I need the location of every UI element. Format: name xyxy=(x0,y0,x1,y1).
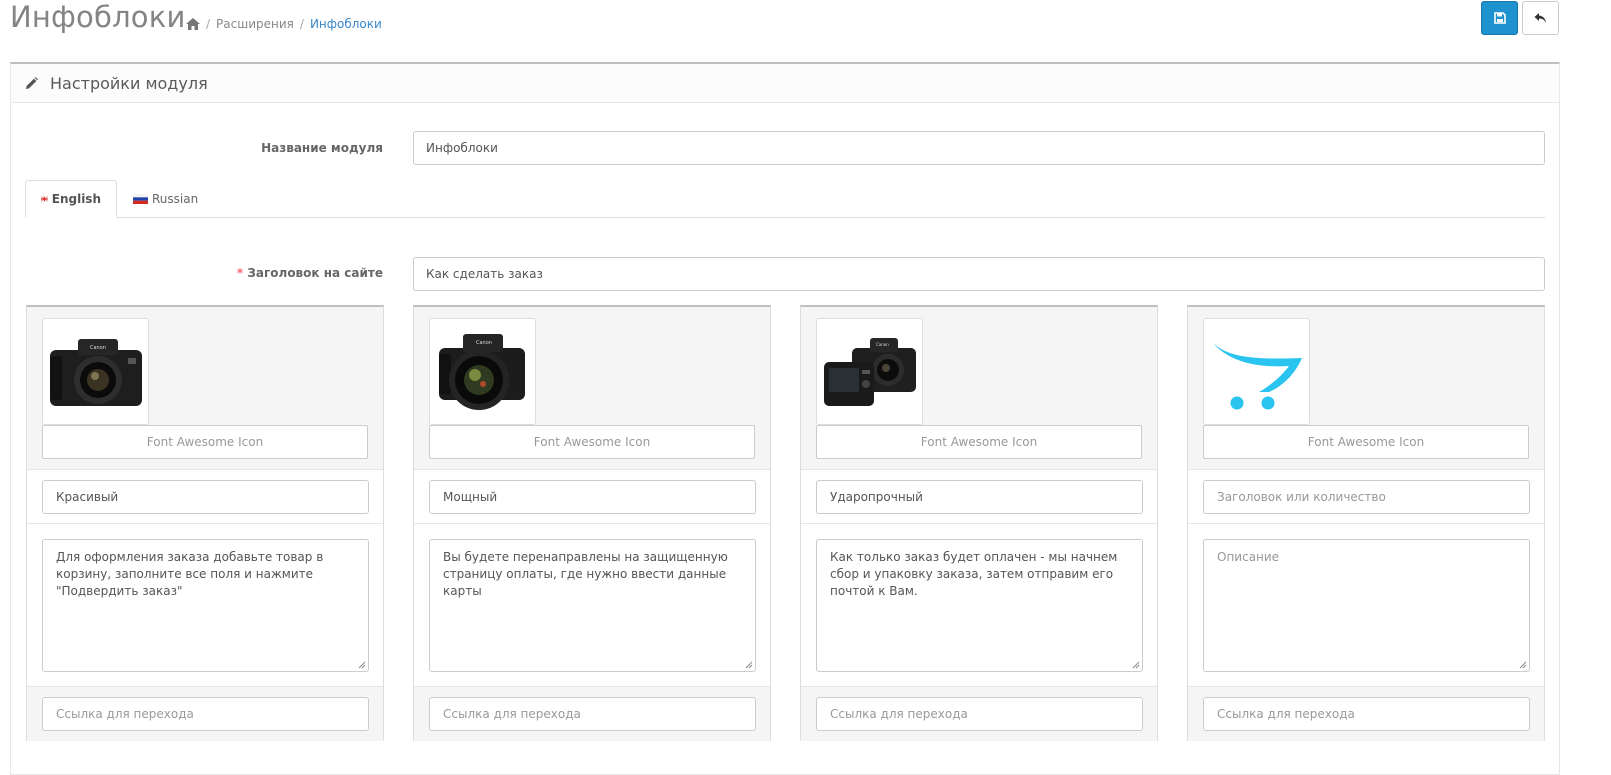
card-title-input[interactable]: Ударопрочный xyxy=(816,480,1143,514)
font-awesome-icon-button[interactable]: Font Awesome Icon xyxy=(1203,425,1529,459)
site-title-label-text: Заголовок на сайте xyxy=(247,266,383,280)
card-image[interactable] xyxy=(1203,318,1310,425)
svg-text:Canon: Canon xyxy=(90,345,106,351)
breadcrumb-item-extensions[interactable]: Расширения xyxy=(216,17,294,31)
save-button[interactable] xyxy=(1481,1,1518,35)
card-image-section: Font Awesome Icon xyxy=(1188,307,1544,470)
card-description-textarea[interactable]: Описание xyxy=(1203,539,1530,672)
camera-icon: Canon xyxy=(49,338,142,406)
card-link-input[interactable]: Ссылка для перехода xyxy=(42,697,369,731)
card-image-section: Canon Font Awesome Icon xyxy=(27,307,383,470)
module-name-label: Название модуля xyxy=(261,141,383,155)
card-description-text: Как только заказ будет оплачен - мы начн… xyxy=(830,550,1118,598)
russia-flag-icon xyxy=(133,194,148,204)
font-awesome-icon-button[interactable]: Font Awesome Icon xyxy=(429,425,755,459)
home-icon[interactable] xyxy=(186,18,200,30)
card-link-section: Ссылка для перехода xyxy=(27,687,383,741)
resize-handle-icon[interactable] xyxy=(358,661,366,669)
svg-text:Canon: Canon xyxy=(476,340,492,346)
card-description-textarea[interactable]: Как только заказ будет оплачен - мы начн… xyxy=(816,539,1143,672)
save-icon xyxy=(1493,12,1506,24)
font-awesome-icon-button[interactable]: Font Awesome Icon xyxy=(816,425,1142,459)
card-title-input[interactable]: Красивый xyxy=(42,480,369,514)
pencil-icon xyxy=(26,76,38,89)
card-title-section: Красивый xyxy=(27,470,383,524)
card-link-section: Ссылка для перехода xyxy=(1188,687,1544,741)
svg-text:Canon: Canon xyxy=(876,342,889,347)
card-description-placeholder: Описание xyxy=(1217,550,1280,564)
card-description-textarea[interactable]: Вы будете перенаправлены на защищенную с… xyxy=(429,539,756,672)
infoblock-card-4: Font Awesome Icon Заголовок или количест… xyxy=(1187,305,1545,741)
site-title-input[interactable]: Как сделать заказ xyxy=(413,257,1545,291)
card-description-section: Как только заказ будет оплачен - мы начн… xyxy=(801,524,1157,687)
card-description-text: Для оформления заказа добавьте товар в к… xyxy=(56,550,324,598)
resize-handle-icon[interactable] xyxy=(1519,661,1527,669)
resize-handle-icon[interactable] xyxy=(745,661,753,669)
card-image-section: Canon Font Awesome Icon xyxy=(801,307,1157,470)
breadcrumb-separator: / xyxy=(206,17,211,31)
card-title-section: Заголовок или количество xyxy=(1188,470,1544,524)
card-image-section: Canon Font Awesome Icon xyxy=(414,307,770,470)
card-image[interactable]: Canon xyxy=(42,318,149,425)
card-description-section: Вы будете перенаправлены на защищенную с… xyxy=(414,524,770,687)
card-description-section: Описание xyxy=(1188,524,1544,687)
tab-russian[interactable]: Russian xyxy=(118,180,213,218)
uk-flag-icon xyxy=(41,196,48,202)
page-title: Инфоблоки xyxy=(10,0,186,34)
card-image[interactable]: Canon xyxy=(816,318,923,425)
infoblock-card-1: Canon Font Awesome Icon Красивый Для офо… xyxy=(26,305,384,741)
back-button[interactable] xyxy=(1522,1,1559,35)
card-description-section: Для оформления заказа добавьте товар в к… xyxy=(27,524,383,687)
infoblock-card-2: Canon Font Awesome Icon Мощный Вы будете… xyxy=(413,305,771,741)
tab-english-label: English xyxy=(51,192,101,206)
panel-heading: Настройки модуля xyxy=(11,64,1559,103)
tab-russian-label: Russian xyxy=(152,192,199,206)
tab-english[interactable]: English xyxy=(25,180,117,218)
card-link-input[interactable]: Ссылка для перехода xyxy=(816,697,1143,731)
infoblock-card-3: Canon Font Awesome Icon Ударопрочный Как… xyxy=(800,305,1158,741)
card-title-section: Мощный xyxy=(414,470,770,524)
breadcrumb-item-infoblocks[interactable]: Инфоблоки xyxy=(310,17,382,31)
resize-handle-icon[interactable] xyxy=(1132,661,1140,669)
card-title-input[interactable]: Заголовок или количество xyxy=(1203,480,1530,514)
card-title-section: Ударопрочный xyxy=(801,470,1157,524)
cart-logo xyxy=(1211,341,1302,409)
breadcrumb: / Расширения / Инфоблоки xyxy=(186,17,382,31)
card-link-section: Ссылка для перехода xyxy=(414,687,770,741)
font-awesome-icon-button[interactable]: Font Awesome Icon xyxy=(42,425,368,459)
card-link-input[interactable]: Ссылка для перехода xyxy=(1203,697,1530,731)
camera-icon: Canon xyxy=(438,333,525,410)
camera-icon: Canon xyxy=(823,337,916,406)
card-image[interactable]: Canon xyxy=(429,318,536,425)
card-title-input[interactable]: Мощный xyxy=(429,480,756,514)
card-description-text: Вы будете перенаправлены на защищенную с… xyxy=(443,550,728,598)
reply-icon xyxy=(1534,13,1546,23)
required-marker: * xyxy=(236,266,244,280)
card-link-section: Ссылка для перехода xyxy=(801,687,1157,741)
card-link-input[interactable]: Ссылка для перехода xyxy=(429,697,756,731)
module-name-input[interactable]: Инфоблоки xyxy=(413,131,1545,165)
language-tabs: English Russian xyxy=(25,180,1545,218)
breadcrumb-separator: / xyxy=(299,17,304,31)
panel-heading-title: Настройки модуля xyxy=(50,73,208,93)
site-title-label: * Заголовок на сайте xyxy=(180,266,383,280)
card-description-textarea[interactable]: Для оформления заказа добавьте товар в к… xyxy=(42,539,369,672)
